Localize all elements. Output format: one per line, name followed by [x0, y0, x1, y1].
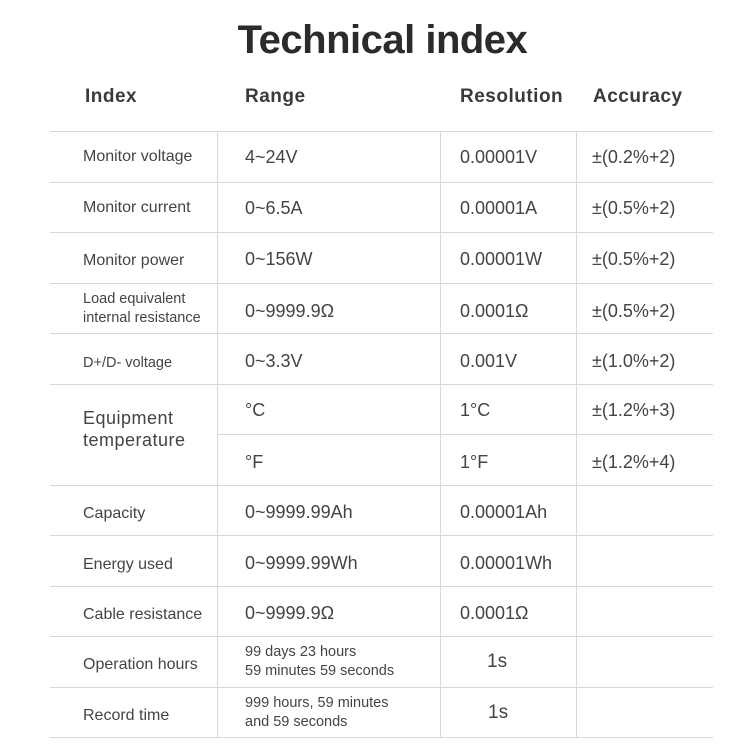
header-accuracy: Accuracy — [593, 86, 683, 107]
accuracy-cell: ±(0.5%+2) — [592, 198, 676, 218]
resolution-cell: 0.00001Ah — [460, 502, 548, 522]
header-index: Index — [85, 86, 138, 107]
resolution-cell: 1°C — [460, 400, 491, 420]
header-range: Range — [245, 86, 306, 107]
index-line: Load equivalent — [83, 291, 186, 307]
index-cell: Capacity — [83, 505, 146, 522]
index-cell: Record time — [83, 707, 170, 724]
index-cell: Monitor current — [83, 199, 191, 216]
header-resolution: Resolution — [460, 86, 564, 107]
resolution-cell: 1s — [488, 702, 509, 723]
range-cell: 0~9999.99Ah — [245, 502, 353, 522]
range-cell: 0~3.3V — [245, 351, 303, 371]
resolution-cell: 0.00001W — [460, 249, 543, 269]
range-cell: 0~9999.99Wh — [245, 553, 358, 573]
index-cell: Operation hours — [83, 656, 198, 673]
index-line: internal resistance — [83, 310, 201, 326]
range-cell: °C — [245, 400, 266, 420]
range-line: 59 minutes 59 seconds — [245, 663, 395, 679]
range-line: 99 days 23 hours — [245, 644, 357, 660]
index-line: temperature — [83, 430, 186, 450]
range-cell: 0~156W — [245, 249, 313, 269]
accuracy-cell: ±(1.2%+3) — [592, 400, 676, 420]
index-cell: Monitor voltage — [83, 148, 193, 165]
column-divider — [217, 131, 218, 738]
resolution-cell: 1°F — [460, 452, 489, 472]
range-cell: 0~9999.9Ω — [245, 603, 335, 623]
resolution-cell: 0.0001Ω — [460, 603, 529, 623]
accuracy-cell: ±(1.2%+4) — [592, 452, 676, 472]
index-cell: Monitor power — [83, 252, 185, 269]
index-cell: Equipment temperature — [83, 379, 217, 479]
resolution-cell: 0.001V — [460, 351, 518, 371]
index-cell: Energy used — [83, 556, 173, 573]
resolution-cell: 0.00001V — [460, 147, 538, 167]
resolution-cell: 0.00001Wh — [460, 553, 553, 573]
accuracy-cell: ±(0.5%+2) — [592, 301, 676, 321]
resolution-cell: 0.00001A — [460, 198, 538, 218]
accuracy-cell: ±(1.0%+2) — [592, 351, 676, 371]
index-cell: Cable resistance — [83, 606, 203, 623]
range-line: and 59 seconds — [245, 714, 348, 730]
range-cell: 999 hours, 59 minutes and 59 seconds — [245, 688, 440, 738]
page-title: Technical index — [237, 18, 528, 62]
accuracy-cell: ±(0.2%+2) — [592, 147, 676, 167]
range-cell: 99 days 23 hours 59 minutes 59 seconds — [245, 637, 440, 687]
range-cell: 4~24V — [245, 147, 298, 167]
resolution-cell: 1s — [487, 651, 508, 672]
resolution-cell: 0.0001Ω — [460, 301, 529, 321]
index-cell: Load equivalent internal resistance — [83, 284, 217, 334]
column-divider — [440, 131, 441, 738]
range-cell: 0~9999.9Ω — [245, 301, 335, 321]
range-cell: 0~6.5A — [245, 198, 303, 218]
range-line: 999 hours, 59 minutes — [245, 695, 389, 711]
range-cell: °F — [245, 452, 264, 472]
accuracy-cell: ±(0.5%+2) — [592, 249, 676, 269]
index-line: Equipment — [83, 408, 174, 428]
